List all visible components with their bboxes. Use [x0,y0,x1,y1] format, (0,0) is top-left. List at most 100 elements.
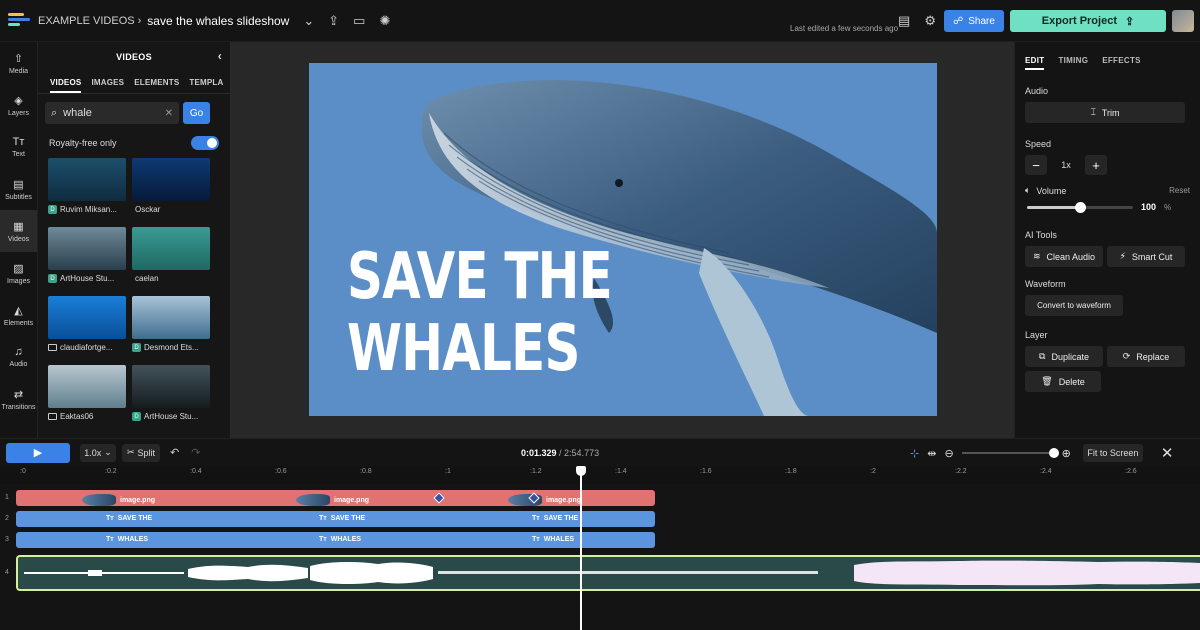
result-label: claudiafortge... [48,343,126,352]
go-button[interactable]: Go [183,102,210,124]
speed-decrease-button[interactable]: − [1025,155,1047,175]
chevron-left-icon[interactable]: ‹ [218,49,222,63]
redo-icon[interactable]: ↷ [191,446,200,459]
subtitles-icon[interactable]: ▭ [353,13,365,29]
tab-effects[interactable]: EFFECTS [1102,56,1141,65]
snap-icon[interactable]: ⊹ [910,447,919,460]
media-result-item[interactable]: D ArtHouse Stu... [132,365,210,434]
tab-timing[interactable]: TIMING [1058,56,1088,65]
current-time: 0:01.329 [521,448,557,458]
tab-images[interactable]: IMAGES [91,78,124,87]
video-thumbnail[interactable] [132,365,210,408]
convert-to-waveform-button[interactable]: Convert to waveform [1025,295,1123,316]
media-result-item[interactable]: D ArtHouse Stu... [48,227,126,296]
clean-audio-button[interactable]: ≋ Clean Audio [1025,246,1103,267]
keyframe[interactable] [433,492,445,504]
nav-item-layers[interactable]: ◈ Layers [0,84,37,126]
nav-item-images[interactable]: ▨ Images [0,252,37,294]
comment-icon[interactable]: ▤ [898,13,910,29]
volume-value[interactable]: 100 [1141,202,1156,212]
download-badge-icon: D [48,205,57,214]
smart-cut-button[interactable]: ⚡︎ Smart Cut [1107,246,1185,267]
nav-item-subtitles[interactable]: ▤ Subtitles [0,168,37,210]
undo-icon[interactable]: ↶ [170,446,179,459]
clip-label: SAVE THE [117,515,153,522]
text-clip-whales[interactable]: Tт WHALES Tт WHALES Tт WHALES [16,532,655,548]
media-result-item[interactable]: caelan [132,227,210,296]
app-logo[interactable] [8,12,30,29]
share-button[interactable]: ☍ Share [944,10,1004,32]
video-thumbnail[interactable] [132,158,210,201]
nav-item-audio[interactable]: ♫ Audio [0,336,37,378]
tab-edit[interactable]: EDIT [1025,56,1045,70]
video-thumbnail[interactable] [48,227,126,270]
speed-increase-button[interactable]: + [1085,155,1107,175]
playhead-handle[interactable] [576,466,586,476]
zoom-in-icon[interactable]: ⊕ [1062,447,1071,460]
play-button[interactable]: ▶ [6,442,70,463]
tab-videos[interactable]: VIDEOS [50,78,82,93]
media-result-item[interactable]: Osckar [132,158,210,227]
nav-item-transitions[interactable]: ⇄ Transitions [0,378,37,420]
zoom-out-icon[interactable]: ⊖ [944,447,953,460]
video-badge-icon [48,344,57,351]
duplicate-button[interactable]: ⧉ Duplicate [1025,346,1103,367]
close-icon[interactable]: ✕ [1161,444,1174,462]
delete-button[interactable]: 🗑︎ Delete [1025,371,1101,392]
media-result-item[interactable]: D Desmond Ets... [132,296,210,365]
speaker-icon: 🔈︎ [1025,185,1031,195]
volume-slider[interactable] [1027,201,1133,213]
video-thumbnail[interactable] [48,158,126,201]
nav-item-media[interactable]: ⇧ Media [0,42,37,84]
breadcrumb-folder[interactable]: EXAMPLE VIDEOS [38,15,135,27]
replace-button[interactable]: ⟳ Replace [1107,346,1185,367]
fit-width-icon[interactable]: ⇹ [927,447,936,460]
upload-icon[interactable]: ⇪ [328,13,339,29]
playback-speed-select[interactable]: 1.0x ⌄ [80,443,116,462]
zoom-slider-knob[interactable] [1048,448,1059,458]
chevron-down-icon[interactable]: ⌄ [303,13,314,29]
media-result-item[interactable]: Eaktas06 [48,365,126,434]
result-label: D ArtHouse Stu... [132,412,210,421]
media-result-item[interactable]: claudiafortge... [48,296,126,365]
video-thumbnail[interactable] [132,296,210,339]
split-button[interactable]: ✂ Split [122,443,160,462]
playhead[interactable] [580,466,582,630]
zoom-slider[interactable] [961,448,1059,458]
nav-item-videos[interactable]: ▦ Videos [0,210,37,252]
royalty-free-toggle[interactable] [191,136,219,150]
reset-link[interactable]: Reset [1169,186,1190,195]
text-clip-save-the[interactable]: Tт SAVE THE Tт SAVE THE Tт SAVE THE [16,511,655,527]
trim-button[interactable]: ⌶ Trim [1025,102,1185,123]
result-author: Eaktas06 [60,412,94,421]
nav-item-text[interactable]: Tт Text [0,126,37,168]
image-clip[interactable]: image.png image.png image.png [16,490,655,506]
project-title[interactable]: save the whales slideshow [147,14,289,28]
ruler-tick-label: :2 [870,468,876,475]
timeline-ruler[interactable]: :0:0.2:0.4:0.6:0.8:1:1.2:1.4:1.6:1.8:2:2… [0,466,1200,484]
gear-icon[interactable]: ⚙ [924,13,936,29]
avatar[interactable] [1172,10,1194,32]
nav-item-elements[interactable]: ◭ Elements [0,294,37,336]
nav-label: Videos [7,235,30,243]
export-project-button[interactable]: Export Project ⇪ [1010,10,1166,32]
video-thumbnail[interactable] [48,365,126,408]
video-canvas[interactable]: SAVE THE WHALES [309,63,937,416]
volume-slider-knob[interactable] [1075,201,1086,213]
download-badge-icon: D [48,274,57,283]
fit-to-screen-button[interactable]: Fit to Screen [1082,444,1143,462]
media-result-item[interactable]: D Ruvim Miksan... [48,158,126,227]
audio-clip[interactable] [16,555,1200,591]
title-text[interactable]: SAVE THE WHALES [347,241,613,385]
video-thumbnail[interactable] [132,227,210,270]
ruler-tick-label: :2.6 [1125,468,1137,475]
lightbulb-icon[interactable]: ✺ [379,13,390,29]
clear-icon[interactable]: ✕ [165,108,173,119]
ruler-tick-label: :2.4 [1040,468,1052,475]
tab-templates[interactable]: TEMPLA [189,78,223,87]
clip-label: image.png [546,496,582,504]
video-thumbnail[interactable] [48,296,126,339]
tab-elements[interactable]: ELEMENTS [134,78,179,87]
search-input[interactable]: ⌕ whale ✕ [45,102,179,124]
result-author: Ruvim Miksan... [60,205,117,214]
